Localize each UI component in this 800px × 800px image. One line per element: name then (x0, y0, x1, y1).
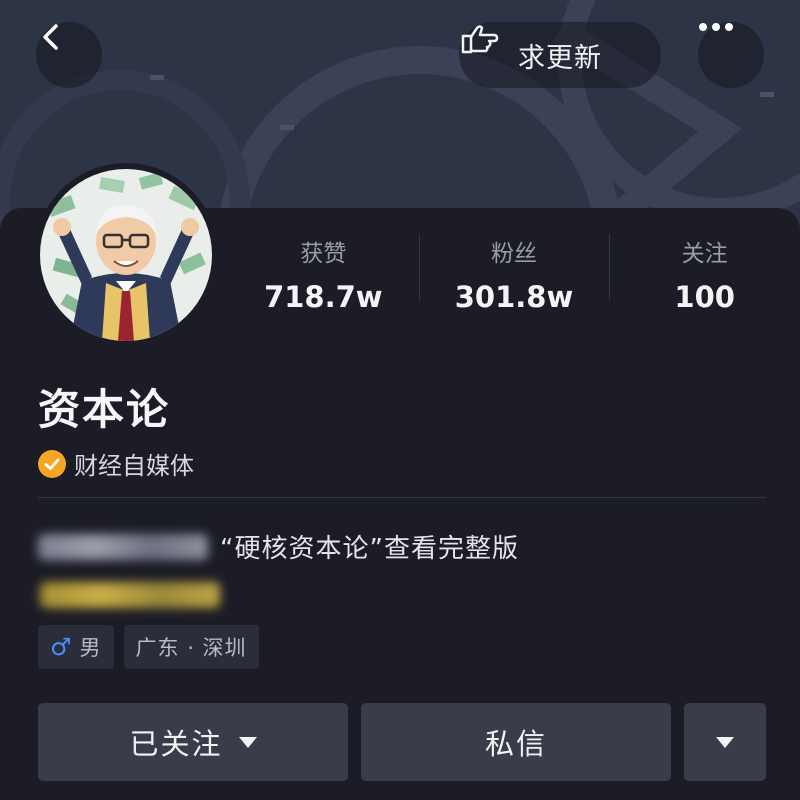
location-label: 广东 · 深圳 (135, 636, 247, 660)
gender-label: 男 (79, 636, 102, 660)
stat-likes-value: 718.7w (264, 280, 383, 314)
message-label: 私信 (484, 727, 547, 761)
profile-stats: 获赞 718.7w 粉丝 301.8w 关注 100 (228, 228, 800, 318)
bio-line-1: “硬核资本论”查看完整版 (38, 528, 519, 565)
stat-followers-label: 粉丝 (491, 241, 537, 267)
request-update-label: 求更新 (518, 42, 602, 74)
avatar-illustration (40, 169, 212, 341)
message-button[interactable]: 私信 (361, 703, 671, 781)
stat-likes[interactable]: 获赞 718.7w (228, 228, 419, 318)
profile-name: 资本论 (38, 385, 171, 434)
divider (38, 497, 766, 498)
blurred-text (40, 582, 220, 608)
check-badge-icon (38, 449, 66, 478)
location-tag: 广东 · 深圳 (123, 625, 259, 669)
action-buttons: 已关注 私信 (38, 703, 766, 781)
back-button[interactable] (36, 22, 102, 88)
male-icon: ♂ (50, 633, 72, 661)
stat-following[interactable]: 关注 100 (609, 228, 800, 318)
stat-followers[interactable]: 粉丝 301.8w (418, 228, 610, 318)
verification-row: 财经自媒体 (38, 446, 194, 481)
caret-down-icon (238, 736, 257, 748)
blurred-text (38, 533, 208, 560)
pointing-hand-icon (461, 25, 499, 54)
avatar[interactable] (34, 163, 218, 347)
stat-following-value: 100 (674, 280, 735, 314)
follow-label: 已关注 (129, 727, 223, 761)
profile-tags: ♂ 男 广东 · 深圳 (38, 625, 259, 669)
follow-button[interactable]: 已关注 (38, 703, 348, 781)
request-update-button[interactable]: 求更新 (459, 22, 661, 88)
verification-label: 财经自媒体 (74, 452, 194, 480)
stat-following-label: 关注 (681, 241, 728, 267)
chevron-left-icon (43, 24, 58, 50)
stat-followers-value: 301.8w (454, 280, 574, 314)
gender-tag: ♂ 男 (38, 625, 114, 669)
stat-likes-label: 获赞 (300, 241, 347, 267)
more-actions-dropdown-button[interactable] (684, 703, 766, 781)
caret-down-icon (716, 736, 734, 748)
more-button[interactable] (698, 22, 764, 88)
more-dots-icon (699, 23, 733, 31)
bio-text: “硬核资本论”查看完整版 (220, 534, 519, 564)
